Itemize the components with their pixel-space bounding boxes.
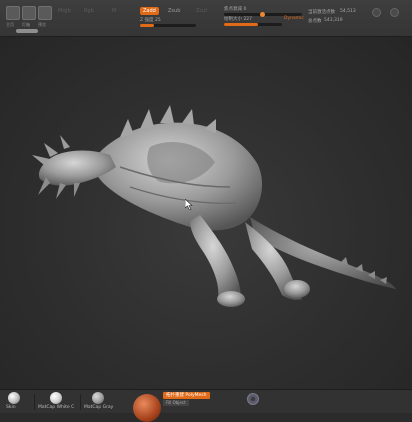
- material-swatch-matcap-white[interactable]: [50, 392, 62, 404]
- material-label-matcap-gray: MatCap Gray: [84, 405, 114, 410]
- preview-caption: 预览: [38, 22, 46, 27]
- z-intensity-label: Z 强度: [140, 18, 154, 23]
- draw-size-label: 绘制大小: [224, 17, 242, 22]
- mouse-cursor-icon: [185, 199, 193, 210]
- z-intensity-track[interactable]: [140, 24, 196, 27]
- material-swatch-matcap-gray[interactable]: [92, 392, 104, 404]
- window-toggle-icon[interactable]: [372, 8, 381, 17]
- sculpt-viewport[interactable]: [0, 37, 412, 389]
- polymesh-badge[interactable]: 拓扑重建 PolyMesh: [163, 392, 210, 399]
- active-points-value: 54,513: [340, 9, 356, 14]
- window-close-icon[interactable]: [390, 8, 399, 17]
- tray-divider: [80, 394, 81, 410]
- mrgb-button[interactable]: Mrgb: [58, 8, 71, 14]
- draw-size-track[interactable]: [224, 23, 282, 26]
- focal-shift-value: 0: [243, 7, 247, 12]
- tray-divider: [34, 394, 35, 410]
- fill-object-button[interactable]: Fill Object: [163, 400, 189, 406]
- rgb-button[interactable]: Rgb: [84, 8, 94, 14]
- material-label-matcap-white: MatCap White C: [38, 405, 75, 410]
- material-swatch-skin[interactable]: [8, 392, 20, 404]
- zcut-button[interactable]: Zcut: [196, 8, 207, 14]
- z-intensity-fill: [140, 24, 154, 27]
- material-label-skin: Skin: [6, 405, 16, 410]
- total-points-label: 总点数: [308, 19, 322, 24]
- shelf-scroll-handle[interactable]: [16, 29, 38, 33]
- material-tray: Skin MatCap White C MatCap Gray 拓扑重建 Pol…: [0, 389, 412, 422]
- z-intensity-slider[interactable]: Z 强度 25: [140, 17, 192, 23]
- dynamic-button[interactable]: Dynamic: [284, 16, 304, 21]
- gear-icon[interactable]: [246, 392, 260, 406]
- color-picker-sphere[interactable]: [133, 394, 161, 422]
- focal-shift-label: 焦点衰减: [224, 7, 242, 12]
- zsub-button[interactable]: Zsub: [168, 8, 180, 14]
- home-page-caption: 主页: [6, 22, 14, 27]
- preview-icon[interactable]: [38, 6, 52, 20]
- z-intensity-value: 25: [154, 18, 161, 23]
- m-button[interactable]: M: [112, 8, 116, 14]
- zadd-button[interactable]: Zadd: [140, 7, 159, 15]
- draw-size-value: 227: [243, 17, 253, 22]
- total-points-value: 543,319: [324, 18, 343, 23]
- top-shelf: 主页 灯箱 预览 Mrgb Rgb M Zadd Zsub Zcut Z 强度 …: [0, 0, 412, 37]
- draw-size-slider[interactable]: 绘制大小 227: [224, 16, 284, 22]
- active-points-label: 当前激活点数: [308, 10, 335, 15]
- light-box-icon[interactable]: [22, 6, 36, 20]
- light-box-caption: 灯箱: [22, 22, 30, 27]
- draw-size-fill: [224, 23, 258, 26]
- home-page-icon[interactable]: [6, 6, 20, 20]
- focal-shift-slider[interactable]: 焦点衰减 0: [224, 6, 294, 12]
- dragon-sculpt-model: [32, 105, 396, 307]
